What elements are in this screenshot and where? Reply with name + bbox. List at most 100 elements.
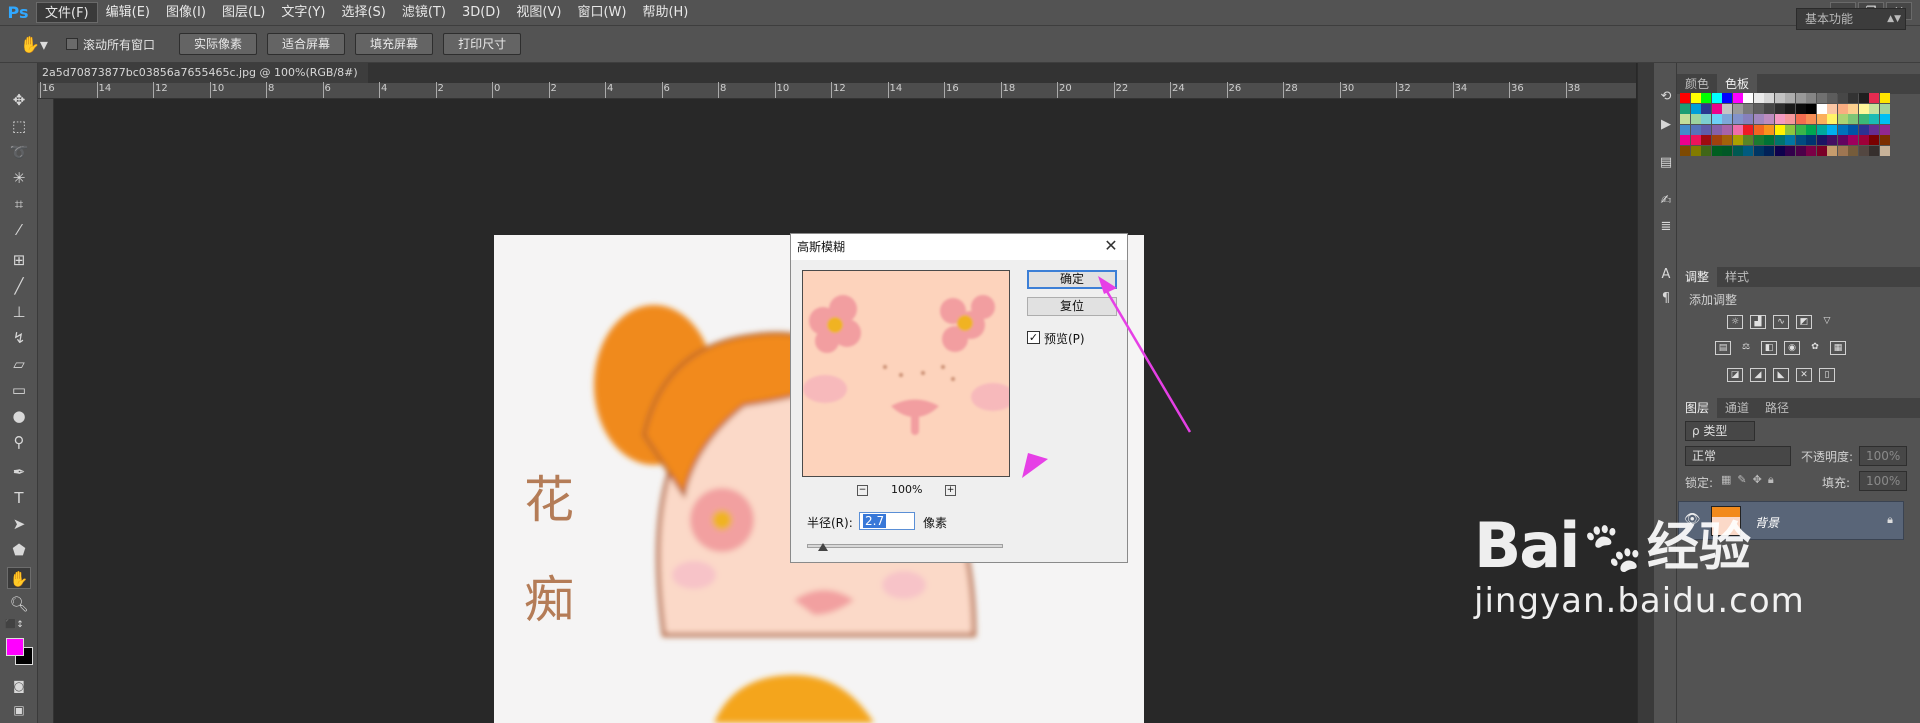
color-swatch[interactable] xyxy=(1764,103,1774,114)
menu-window[interactable]: 窗口(W) xyxy=(569,2,634,23)
history-brush-tool-icon[interactable]: ↯ xyxy=(7,327,31,349)
color-swatch[interactable] xyxy=(1869,145,1879,156)
color-swatch[interactable] xyxy=(1785,114,1795,124)
color-swatch[interactable] xyxy=(1774,135,1785,145)
color-swatch[interactable] xyxy=(1816,124,1827,135)
paragraph-icon[interactable]: ¶ xyxy=(1658,291,1674,307)
color-swatch[interactable] xyxy=(1816,135,1827,145)
color-swatch[interactable] xyxy=(1690,103,1701,114)
color-swatch[interactable] xyxy=(1701,145,1711,156)
color-swatch[interactable] xyxy=(1743,93,1753,103)
color-swatch[interactable] xyxy=(1711,124,1722,135)
color-swatch[interactable] xyxy=(1743,114,1753,124)
color-swatch[interactable] xyxy=(1869,93,1879,103)
posterize-icon[interactable]: ◢ xyxy=(1750,368,1766,382)
color-swatch[interactable] xyxy=(1785,93,1795,103)
color-swatch[interactable] xyxy=(1858,124,1869,135)
color-swatch[interactable] xyxy=(1753,135,1764,145)
color-swatch[interactable] xyxy=(1879,114,1890,124)
color-swatch[interactable] xyxy=(1785,145,1795,156)
menu-type[interactable]: 文字(Y) xyxy=(273,2,333,23)
radius-input[interactable]: 2.7 xyxy=(859,512,915,530)
eyedropper-tool-icon[interactable]: ⁄ xyxy=(7,219,31,241)
color-swatch[interactable] xyxy=(1827,103,1837,114)
character-icon[interactable]: A xyxy=(1658,267,1674,283)
color-swatch[interactable] xyxy=(1711,103,1722,114)
hue-sat-icon[interactable]: ▤ xyxy=(1715,341,1731,355)
color-swatch[interactable] xyxy=(1690,114,1701,124)
color-swatch[interactable] xyxy=(1690,145,1701,156)
actual-pixels-button[interactable]: 实际像素 xyxy=(179,33,258,55)
gradient-tool-icon[interactable]: ▭ xyxy=(7,379,31,401)
color-swatch[interactable] xyxy=(1858,135,1869,145)
color-swatch[interactable] xyxy=(1879,135,1890,145)
move-tool-icon[interactable]: ✥ xyxy=(7,89,31,111)
color-swatch[interactable] xyxy=(1816,93,1827,103)
color-swatch[interactable] xyxy=(1732,93,1743,103)
color-swatch[interactable] xyxy=(1722,114,1732,124)
actions-play-icon[interactable]: ▶ xyxy=(1658,117,1674,133)
invert-icon[interactable]: ◪ xyxy=(1727,368,1743,382)
shape-tool-icon[interactable]: ⬟ xyxy=(7,539,31,561)
levels-icon[interactable]: ▟ xyxy=(1750,315,1766,329)
color-swatch[interactable] xyxy=(1848,124,1858,135)
menu-view[interactable]: 视图(V) xyxy=(508,2,569,23)
zoom-in-button[interactable]: + xyxy=(945,485,956,496)
color-swatch[interactable] xyxy=(1858,93,1869,103)
color-swatch[interactable] xyxy=(1690,124,1701,135)
color-swatch[interactable] xyxy=(1795,103,1806,114)
tab-adjustments[interactable]: 调整 xyxy=(1677,267,1718,287)
color-swatch[interactable] xyxy=(1837,114,1848,124)
color-swatch[interactable] xyxy=(1753,145,1764,156)
color-swatch[interactable] xyxy=(1869,135,1879,145)
layer-kind-filter[interactable]: ρ 类型 xyxy=(1685,421,1755,441)
fill-field[interactable]: 100% xyxy=(1859,471,1907,491)
print-size-button[interactable]: 打印尺寸 xyxy=(443,33,522,55)
color-swatch[interactable] xyxy=(1774,114,1785,124)
color-swatch[interactable] xyxy=(1722,124,1732,135)
selective-color-icon[interactable]: ✕ xyxy=(1796,368,1812,382)
color-swatch[interactable] xyxy=(1753,103,1764,114)
menu-layer[interactable]: 图层(L) xyxy=(214,2,273,23)
color-swatch[interactable] xyxy=(1827,145,1837,156)
color-swatch[interactable] xyxy=(1785,103,1795,114)
color-swatch[interactable] xyxy=(1732,103,1743,114)
color-swatch[interactable] xyxy=(1795,93,1806,103)
brush-panel-icon[interactable]: ≣ xyxy=(1658,219,1674,235)
tab-swatches[interactable]: 色板 xyxy=(1717,74,1758,94)
zoom-tool-icon[interactable]: 🔍︎ xyxy=(7,593,31,615)
color-swatch[interactable] xyxy=(1848,145,1858,156)
color-swatch[interactable] xyxy=(1711,114,1722,124)
color-swatch[interactable] xyxy=(1680,124,1690,135)
brush-preset-icon[interactable]: ✍ xyxy=(1658,193,1674,209)
tab-styles[interactable]: 样式 xyxy=(1717,267,1757,287)
pen-tool-icon[interactable]: ✒ xyxy=(7,461,31,483)
zoom-out-button[interactable]: − xyxy=(857,485,868,496)
color-swatch[interactable] xyxy=(1722,135,1732,145)
menu-help[interactable]: 帮助(H) xyxy=(634,2,696,23)
color-swatch[interactable] xyxy=(1816,114,1827,124)
curves-icon[interactable]: ∿ xyxy=(1773,315,1789,329)
hand-tool-preset-icon[interactable]: ✋▾ xyxy=(20,35,48,54)
color-swatch[interactable] xyxy=(1837,135,1848,145)
color-swatch[interactable] xyxy=(1690,135,1701,145)
color-swatch[interactable] xyxy=(1690,93,1701,103)
color-swatch[interactable] xyxy=(1827,114,1837,124)
color-swatch[interactable] xyxy=(1827,135,1837,145)
close-icon[interactable]: ✕ xyxy=(1101,236,1121,256)
color-swatch[interactable] xyxy=(1795,114,1806,124)
color-swatch[interactable] xyxy=(1701,93,1711,103)
color-swatch[interactable] xyxy=(1806,145,1816,156)
color-swatch[interactable] xyxy=(1848,93,1858,103)
screen-mode-icon[interactable]: ▣ xyxy=(7,699,31,721)
color-swatch[interactable] xyxy=(1722,145,1732,156)
color-swatch[interactable] xyxy=(1774,145,1785,156)
color-swatch[interactable] xyxy=(1816,103,1827,114)
magic-wand-tool-icon[interactable]: ✳ xyxy=(7,167,31,189)
opacity-field[interactable]: 100% xyxy=(1859,446,1907,466)
brush-tool-icon[interactable]: ╱ xyxy=(7,275,31,297)
color-swatch[interactable] xyxy=(1795,135,1806,145)
color-swatch[interactable] xyxy=(1879,124,1890,135)
color-swatch[interactable] xyxy=(1722,93,1732,103)
photo-filter-icon[interactable]: ◉ xyxy=(1784,341,1800,355)
